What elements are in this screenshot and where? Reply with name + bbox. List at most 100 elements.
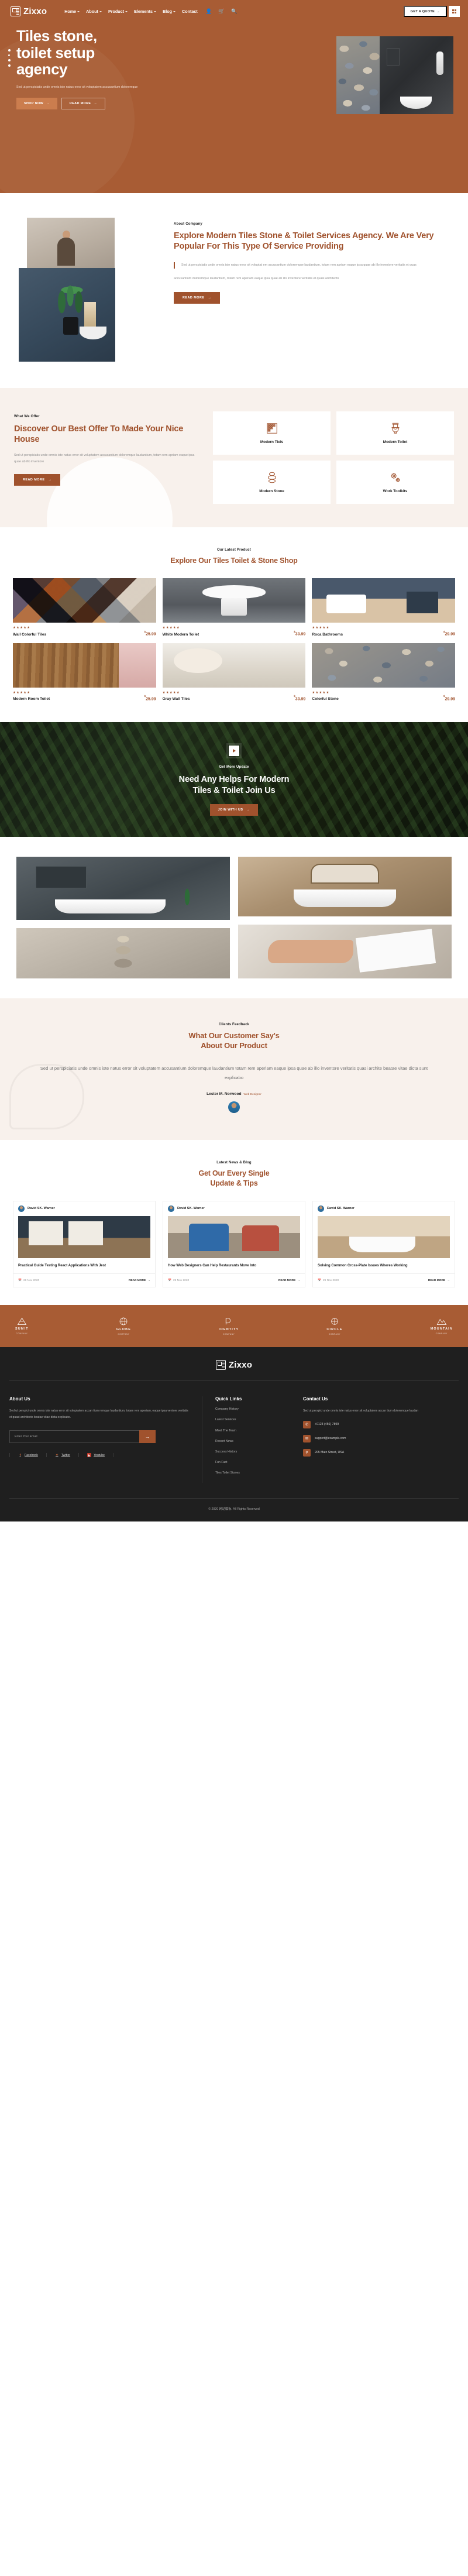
join-label: JOIN WITH US	[218, 808, 243, 812]
about-read-more-button[interactable]: READ MORE →	[174, 292, 221, 304]
about-images	[14, 218, 163, 367]
slider-dot[interactable]	[8, 54, 10, 56]
quick-link-success-history[interactable]: Success History	[215, 1450, 290, 1454]
nav-item-about[interactable]: About	[86, 9, 102, 14]
brand-name: GLOBE	[116, 1328, 132, 1332]
product-card[interactable]: ★★★★★ Roca Bathrooms $29.99	[312, 578, 455, 637]
brand-name: CIRCLE	[326, 1328, 343, 1332]
read-more-label: READ MORE	[128, 1279, 146, 1283]
testimonial-title-line-2: About Our Product	[201, 1040, 267, 1050]
paper-sheet	[356, 928, 436, 973]
nav-label: About	[86, 9, 98, 14]
email-input[interactable]	[9, 1430, 139, 1444]
product-card[interactable]: ★★★★★ Gray Wall Tiles $33.99	[162, 643, 306, 701]
read-more-label: READ MORE	[69, 101, 91, 105]
offer-card-modern-stone[interactable]: Modern Stone	[213, 461, 331, 504]
contact-email[interactable]: ✉ support@example.com	[303, 1434, 418, 1442]
brand-logo-circle[interactable]: CIRCLE COMPANY	[326, 1317, 342, 1335]
brand-logo-mountain[interactable]: MOUNTAIN COMPANY	[431, 1317, 453, 1335]
product-card[interactable]: ★★★★★ Colorful Stone $29.99	[312, 643, 455, 701]
play-box	[229, 745, 239, 756]
social-link-youtube[interactable]: ▶ Youtube	[79, 1453, 113, 1458]
shop-now-button[interactable]: SHOP NOW →	[16, 97, 57, 109]
brand-logo-identity[interactable]: IDENTITY COMPANY	[219, 1317, 239, 1335]
footer-contact-title: Contact Us	[303, 1396, 328, 1402]
play-icon	[232, 748, 236, 753]
brand-logo-globe[interactable]: GLOBE COMPANY	[116, 1317, 131, 1335]
social-label: Facebook	[25, 1453, 38, 1457]
blog-post-title[interactable]: Practical Guide Testing React Applicatio…	[18, 1263, 150, 1269]
nav-item-elements[interactable]: Elements	[134, 9, 157, 14]
cart-icon[interactable]: 🛒	[218, 9, 225, 14]
nav-item-blog[interactable]: Blog	[163, 9, 176, 14]
blog-title: Get Our Every Single Update & Tips	[13, 1169, 455, 1188]
product-card[interactable]: ★★★★★ Wall Colorful Tiles $25.99	[13, 578, 156, 637]
slider-dot[interactable]	[8, 64, 11, 67]
blog-card[interactable]: David SK. Warner How Web Designers Can H…	[163, 1200, 305, 1288]
search-icon[interactable]: 🔍	[231, 9, 238, 14]
hero-title: Tiles stone, toilet setup agency	[16, 28, 176, 78]
offer-card-modern-tiels[interactable]: Modern Tiels	[213, 411, 331, 455]
footer-quick-links-column: Quick Links Company History Latest Servi…	[202, 1396, 290, 1482]
nav-item-contact[interactable]: Contact	[182, 9, 198, 14]
subscribe-button[interactable]: →	[139, 1430, 156, 1444]
product-price: $33.99	[294, 630, 305, 637]
contact-phone[interactable]: ✆ +0123 (456) 7899	[303, 1420, 418, 1428]
blog-title-line-2: Update & Tips	[210, 1179, 258, 1187]
brand-logo[interactable]: Zixxo	[11, 6, 47, 16]
quick-link-latest-services[interactable]: Latest Services	[215, 1418, 290, 1421]
gallery-image-hands[interactable]	[238, 925, 452, 979]
blog-card[interactable]: David SK. Warner Practical Guide Testing…	[13, 1200, 156, 1288]
offer-read-more-button[interactable]: READ MORE →	[14, 473, 61, 486]
social-link-facebook[interactable]: f Facebook	[9, 1453, 47, 1458]
nav-item-product[interactable]: Product	[108, 9, 128, 14]
blog-card[interactable]: David SK. Warner Solving Common Cross-Pl…	[312, 1200, 455, 1288]
quick-link-recent-news[interactable]: Recent News	[215, 1440, 290, 1443]
brand-name: MOUNTAIN	[430, 1327, 453, 1331]
nav-item-home[interactable]: Home	[64, 9, 80, 14]
social-link-twitter[interactable]: ✦ Twitter	[47, 1453, 80, 1458]
gallery-image-bathroom[interactable]	[16, 857, 230, 921]
get-a-quote-button[interactable]: GET A QUOTE →	[403, 6, 447, 17]
hero-stone-image	[336, 36, 380, 114]
quick-link-meet-the-team[interactable]: Meet The Team	[215, 1429, 290, 1433]
arrow-right-icon: →	[145, 1434, 150, 1440]
quick-link-company-history[interactable]: Company History	[215, 1408, 290, 1411]
join-with-us-button[interactable]: JOIN WITH US →	[209, 804, 259, 816]
slider-dot[interactable]	[8, 49, 11, 51]
offer-card-modern-toilet[interactable]: Modern Toilet	[336, 411, 454, 455]
video-play-button[interactable]	[226, 743, 242, 758]
offer-card-label: Modern Toilet	[383, 440, 408, 444]
blog-read-more-link[interactable]: READ MORE →	[428, 1279, 450, 1282]
about-section: About Company Explore Modern Tiles Stone…	[0, 193, 468, 388]
product-card[interactable]: ★★★★★ Modern Room Toilet $25.99	[13, 643, 156, 701]
blog-date: 📅 29 Nov 2020	[318, 1279, 339, 1282]
toilet-icon	[391, 423, 400, 434]
blog-read-more-link[interactable]: READ MORE →	[278, 1279, 300, 1282]
product-name: White Modern Toilet	[162, 632, 199, 637]
wall-frame	[35, 866, 87, 889]
brand-logo-sumit[interactable]: SUMIT COMPANY	[15, 1317, 29, 1335]
user-icon[interactable]: 👤	[206, 9, 212, 14]
blog-post-title[interactable]: Solving Common Cross-Plate Issues Wheres…	[318, 1263, 450, 1269]
grid-menu-button[interactable]	[449, 6, 460, 17]
contact-address[interactable]: ⚲ 205 Main Street, USA	[303, 1448, 418, 1457]
location-icon: ⚲	[303, 1448, 311, 1457]
hero-bathroom-image	[380, 36, 453, 114]
quick-link-tiles-toilet-stones[interactable]: Tiles Toilet Stones	[215, 1472, 290, 1475]
about-quote: Sed ut perspiciatis unde omnis iste natu…	[174, 262, 454, 269]
product-card[interactable]: ★★★★★ White Modern Toilet $33.99	[162, 578, 306, 637]
gallery-image-stones[interactable]	[16, 928, 230, 979]
footer-brand-logo[interactable]: Zixxo	[0, 1347, 468, 1380]
gallery-image-sink[interactable]	[238, 857, 452, 917]
product-meta: ★★★★★ Gray Wall Tiles $33.99	[163, 691, 306, 701]
quick-link-fun-fact[interactable]: Fun Fact	[215, 1461, 290, 1464]
blog-date-value: 29 Nov 2020	[173, 1279, 190, 1283]
hero-slider-dots[interactable]	[8, 49, 11, 67]
offer-card-work-toolkits[interactable]: Work Toolkits	[336, 461, 454, 504]
slider-dot[interactable]	[8, 59, 11, 61]
blog-read-more-link[interactable]: READ MORE →	[129, 1279, 150, 1282]
chevron-down-icon	[99, 11, 102, 12]
read-more-button[interactable]: READ MORE →	[61, 97, 106, 109]
blog-post-title[interactable]: How Web Designers Can Help Restaurants M…	[168, 1263, 300, 1269]
